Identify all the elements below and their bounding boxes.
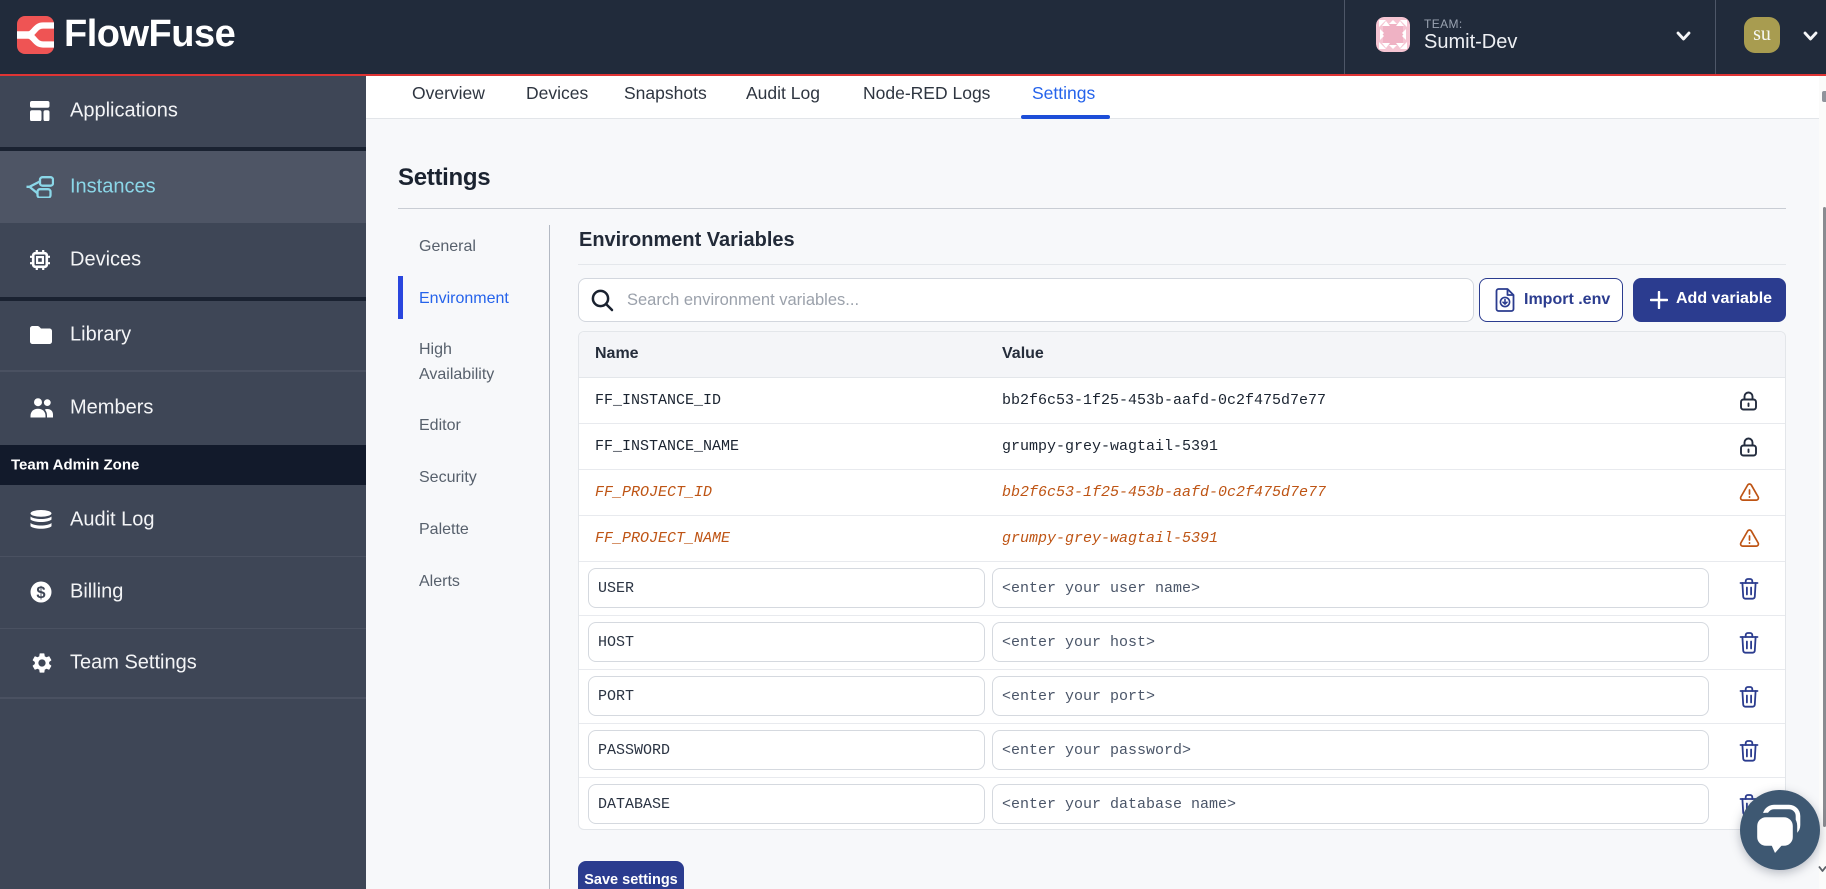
svg-text:$: $ bbox=[36, 584, 45, 602]
